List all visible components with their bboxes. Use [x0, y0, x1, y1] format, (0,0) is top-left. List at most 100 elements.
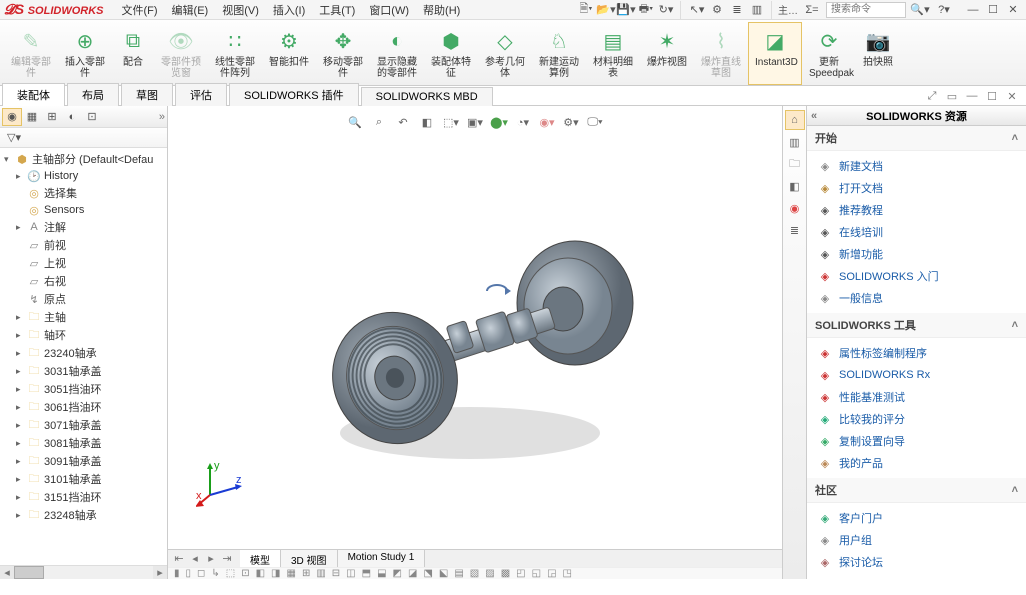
tree-item[interactable]: ▸🗀23240轴承	[2, 344, 165, 362]
tab-0[interactable]: 装配体	[2, 83, 65, 106]
ribbon-snapshot[interactable]: 📷拍快照	[856, 22, 900, 85]
vp-tab-last-icon[interactable]: ⇥	[220, 552, 234, 566]
tree-tab-properties-icon[interactable]: ⊞	[42, 108, 62, 126]
tree-caret-icon[interactable]: ▾	[4, 154, 14, 165]
vp-tab-prev-icon[interactable]: ◂	[188, 552, 202, 566]
ribbon-speedpak[interactable]: ⟳更新Speedpak	[802, 22, 856, 85]
scroll-thumb[interactable]	[14, 566, 44, 579]
ribbon-bom[interactable]: ▤材料明细表	[586, 22, 640, 85]
ribbon-assembly-feature[interactable]: ⬢装配体特征	[424, 22, 478, 85]
scroll-right-icon[interactable]: ▸	[153, 566, 167, 579]
feature-tree[interactable]: ▾ ⬢ 主轴部分 (Default<Defau ▸🕑History◎选择集◎Se…	[0, 148, 167, 565]
menu-5[interactable]: 窗口(W)	[363, 0, 415, 20]
ribbon-reference-geom[interactable]: ◇参考几何体	[478, 22, 532, 85]
ribbon-show-hidden[interactable]: ◐显示隐藏的零部件	[370, 22, 424, 85]
tree-item[interactable]: ▸🗀3151挡油环	[2, 488, 165, 506]
viewport-tab-0[interactable]: 模型	[240, 550, 281, 567]
view-orient-icon[interactable]: ⬚▾	[440, 112, 462, 132]
ribbon-smart-fastener[interactable]: ⚙智能扣件	[262, 22, 316, 85]
taskpane-item[interactable]: ◈用户组	[807, 529, 1026, 551]
tree-caret-icon[interactable]: ▸	[16, 330, 26, 341]
tree-item[interactable]: ↯原点	[2, 290, 165, 308]
equation-icon[interactable]: Σ=	[802, 1, 822, 19]
scene-icon[interactable]: ◉▾	[536, 112, 558, 132]
minimize-icon[interactable]: —	[964, 2, 982, 18]
tree-root[interactable]: ▾ ⬢ 主轴部分 (Default<Defau	[2, 150, 165, 168]
tree-item[interactable]: ▸🗀3081轴承盖	[2, 434, 165, 452]
tree-caret-icon[interactable]: ▸	[16, 384, 26, 395]
tree-item[interactable]: ▸🗀3031轴承盖	[2, 362, 165, 380]
tab-4[interactable]: SOLIDWORKS 插件	[229, 83, 359, 106]
tree-item[interactable]: ▸🗀主轴	[2, 308, 165, 326]
taskpane-item[interactable]: ◈复制设置向导	[807, 430, 1026, 452]
ribbon-instant3d[interactable]: ◪Instant3D	[748, 22, 802, 85]
tree-tab-appearances-icon[interactable]: ⊡	[82, 108, 102, 126]
tree-panel-chevron-icon[interactable]: »	[159, 111, 165, 123]
column-icon[interactable]: ▥	[747, 1, 767, 19]
tree-caret-icon[interactable]: ▸	[16, 474, 26, 485]
tree-item[interactable]: ▸🗀轴环	[2, 326, 165, 344]
view-settings-icon[interactable]: ⚙▾	[560, 112, 582, 132]
tree-item[interactable]: ◎Sensors	[2, 202, 165, 218]
taskpane-home-icon[interactable]: ⌂	[785, 110, 805, 130]
tree-item[interactable]: ▸🕑History	[2, 168, 165, 184]
taskpane-item[interactable]: ◈属性标签编制程序	[807, 342, 1026, 364]
taskpane-appearance-icon[interactable]: ◉	[785, 198, 805, 218]
taskpane-section-header[interactable]: 开始˄	[807, 126, 1026, 151]
taskpane-item[interactable]: ◈我的产品	[807, 452, 1026, 474]
scroll-left-icon[interactable]: ◂	[0, 566, 14, 579]
tree-tab-display-icon[interactable]: ◐	[62, 108, 82, 126]
tree-filter-icon[interactable]: ▽▾	[4, 129, 24, 147]
tree-caret-icon[interactable]: ▸	[16, 510, 26, 521]
options-icon[interactable]: ⚙	[707, 1, 727, 19]
taskpane-view-icon[interactable]: ◧	[785, 176, 805, 196]
close-icon[interactable]: ✕	[1004, 2, 1022, 18]
open-doc-icon[interactable]: 📂▾	[596, 1, 616, 19]
tree-item[interactable]: ▸🗀23248轴承	[2, 506, 165, 524]
viewport-tab-2[interactable]: Motion Study 1	[338, 550, 426, 567]
tree-caret-icon[interactable]: ▸	[16, 348, 26, 359]
taskpane-files-icon[interactable]: 🗀	[785, 154, 805, 174]
tree-caret-icon[interactable]: ▸	[16, 492, 26, 503]
save-icon[interactable]: 💾▾	[616, 1, 636, 19]
zoom-area-icon[interactable]: ⌕	[368, 112, 390, 132]
tab-close-icon[interactable]: ✕	[1004, 88, 1020, 104]
display-style-icon[interactable]: ▣▾	[464, 112, 486, 132]
tree-item[interactable]: ▸🗀3101轴承盖	[2, 470, 165, 488]
menu-6[interactable]: 帮助(H)	[417, 0, 466, 20]
extra-label[interactable]: 主…	[778, 1, 798, 19]
ribbon-motion-study[interactable]: ♘新建运动算例	[532, 22, 586, 85]
menu-0[interactable]: 文件(F)	[115, 0, 163, 20]
tree-item[interactable]: ▸A注解	[2, 218, 165, 236]
menu-1[interactable]: 编辑(E)	[166, 0, 215, 20]
ribbon-mate[interactable]: ⧉配合	[112, 22, 154, 85]
help-icon[interactable]: ?▾	[934, 1, 954, 19]
print-icon[interactable]: 🖶▾	[636, 1, 656, 19]
search-icon[interactable]: 🔍▾	[910, 1, 930, 19]
rebuild-icon[interactable]: ↻▾	[656, 1, 676, 19]
tree-item[interactable]: ▱右视	[2, 272, 165, 290]
maximize-icon[interactable]: ☐	[984, 2, 1002, 18]
zoom-fit-icon[interactable]: 🔍	[344, 112, 366, 132]
taskpane-item[interactable]: ◈一般信息	[807, 287, 1026, 309]
tree-item[interactable]: ▸🗀3091轴承盖	[2, 452, 165, 470]
taskpane-section-header[interactable]: 社区˄	[807, 478, 1026, 503]
ribbon-insert-part[interactable]: ⊕插入零部件	[58, 22, 112, 85]
tab-min-icon[interactable]: —	[964, 88, 980, 104]
taskpane-item[interactable]: ◈新建文档	[807, 155, 1026, 177]
taskpane-collapse-icon[interactable]: «	[811, 110, 817, 122]
ribbon-exploded-view[interactable]: ✶爆炸视图	[640, 22, 694, 85]
vp-tab-next-icon[interactable]: ▸	[204, 552, 218, 566]
viewport[interactable]: 🔍 ⌕ ↶ ◧ ⬚▾ ▣▾ ⬤▾ ◔▾ ◉▾ ⚙▾ 🖵▾	[168, 106, 782, 579]
tree-caret-icon[interactable]: ▸	[16, 171, 26, 182]
taskpane-item[interactable]: ◈在线培训	[807, 221, 1026, 243]
tree-item[interactable]: ▸🗀3061挡油环	[2, 398, 165, 416]
new-doc-icon[interactable]: 🗎▾	[576, 1, 596, 19]
hide-show-icon[interactable]: ⬤▾	[488, 112, 510, 132]
tree-item[interactable]: ▸🗀3071轴承盖	[2, 416, 165, 434]
tab-3[interactable]: 评估	[175, 83, 227, 106]
taskpane-item[interactable]: ◈推荐教程	[807, 199, 1026, 221]
ribbon-linear-pattern[interactable]: ∷线性零部件阵列	[208, 22, 262, 85]
ribbon-move-comp[interactable]: ✥移动零部件	[316, 22, 370, 85]
tab-expand-icon[interactable]: ⤢	[924, 88, 940, 104]
